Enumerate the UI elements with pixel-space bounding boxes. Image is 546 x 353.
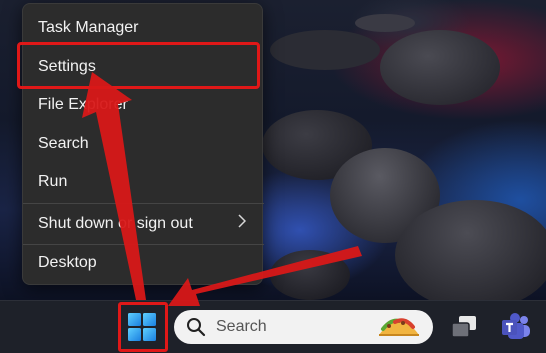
menu-item-run[interactable]: Run	[23, 164, 264, 200]
search-placeholder: Search	[216, 318, 267, 335]
task-view-icon	[451, 316, 476, 338]
menu-item-search[interactable]: Search	[23, 126, 264, 162]
wallpaper-rock	[270, 30, 380, 70]
search-icon	[187, 318, 206, 337]
start-button-highlight-box	[118, 302, 168, 352]
menu-item-label: Task Manager	[38, 19, 139, 36]
menu-item-label: File Explorer	[38, 96, 128, 113]
teams-icon	[502, 313, 530, 339]
taco-widget-icon[interactable]	[373, 313, 425, 341]
menu-item-label: Shut down or sign out	[38, 215, 193, 232]
menu-item-label: Run	[38, 173, 68, 190]
taskbar-search-box[interactable]: Search	[174, 310, 433, 344]
menu-item-label: Desktop	[38, 254, 97, 271]
wallpaper-rock	[355, 14, 415, 32]
chevron-right-icon	[238, 214, 247, 231]
wallpaper-rock	[270, 250, 350, 300]
wallpaper-rock	[380, 30, 500, 105]
menu-item-desktop[interactable]: Desktop	[23, 245, 264, 281]
settings-highlight-box	[17, 42, 260, 89]
menu-item-label: Search	[38, 135, 89, 152]
teams-button[interactable]	[500, 312, 532, 342]
menu-divider	[23, 203, 264, 204]
task-view-button[interactable]	[450, 314, 478, 340]
menu-item-shut-down-or-sign-out[interactable]: Shut down or sign out	[23, 206, 264, 242]
menu-item-task-manager[interactable]: Task Manager	[23, 10, 264, 46]
wallpaper-rock	[395, 200, 546, 310]
menu-item-file-explorer[interactable]: File Explorer	[23, 87, 264, 123]
